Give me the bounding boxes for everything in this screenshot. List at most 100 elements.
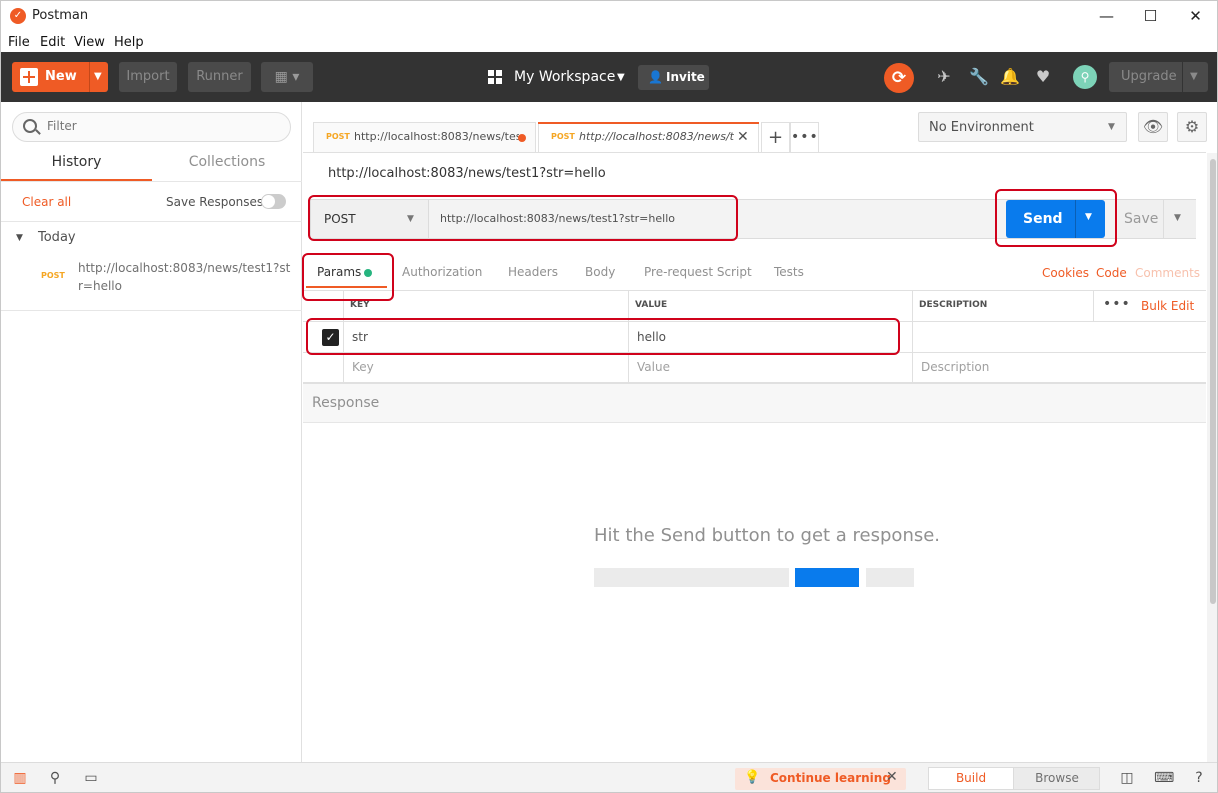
title-bar	[1, 1, 1217, 32]
response-header	[303, 383, 1206, 423]
wrench-icon[interactable]: 🔧	[969, 67, 989, 87]
tab-pre-request-script[interactable]: Pre-request Script	[644, 265, 752, 279]
maximize-icon[interactable]: ☐	[1128, 1, 1173, 31]
save-button-label: Save	[1124, 211, 1159, 227]
close-icon[interactable]: ✕	[886, 769, 898, 785]
keyboard-icon[interactable]: ⌨	[1154, 769, 1174, 787]
more-tabs-button[interactable]: •••	[790, 122, 819, 153]
workspace-label[interactable]: My Workspace	[514, 69, 615, 85]
chevron-down-icon[interactable]: ▼	[16, 233, 23, 243]
runner-button[interactable]: Runner	[188, 62, 251, 92]
menu-help[interactable]: Help	[114, 35, 144, 50]
placeholder-graphic	[594, 568, 789, 587]
eye-icon[interactable]: 👁	[1138, 112, 1168, 142]
chevron-down-icon[interactable]: ▼	[1174, 213, 1181, 223]
minimize-icon[interactable]: —	[1084, 1, 1129, 31]
menu-bar	[1, 32, 1217, 52]
clear-all-link[interactable]: Clear all	[22, 195, 71, 209]
window-title: Postman	[32, 8, 89, 23]
placeholder-graphic	[866, 568, 914, 587]
column-header-key: KEY	[350, 300, 370, 310]
menu-view[interactable]: View	[74, 35, 105, 50]
two-pane-icon[interactable]: ◫	[1118, 769, 1136, 787]
filter-input[interactable]	[47, 119, 277, 133]
heart-icon[interactable]: ♥	[1033, 67, 1053, 87]
bulk-edit-link[interactable]: Bulk Edit	[1141, 299, 1194, 313]
save-responses-label: Save Responses	[166, 195, 264, 209]
comments-link[interactable]: Comments	[1135, 266, 1200, 280]
gear-icon[interactable]: ⚙	[1177, 112, 1207, 142]
browse-mode-button[interactable]: Browse	[1014, 768, 1100, 789]
user-add-icon: 👤	[648, 70, 663, 84]
annotation-param-row-box	[306, 318, 900, 355]
search-icon	[23, 119, 37, 133]
avatar[interactable]: ⚲	[1073, 65, 1097, 89]
history-item-method: POST	[41, 271, 65, 280]
close-icon[interactable]: ✕	[1173, 1, 1217, 31]
new-button[interactable]: New ▼	[12, 62, 108, 92]
close-icon[interactable]: ✕	[737, 129, 749, 145]
environment-selected: No Environment	[929, 120, 1034, 135]
history-group-today[interactable]: Today	[38, 230, 76, 245]
sidebar-toggle-icon[interactable]: ▥	[11, 769, 29, 787]
import-button[interactable]: Import	[119, 62, 177, 92]
request-tab-method: POST	[551, 132, 575, 141]
save-button[interactable]: Save ▼	[1118, 200, 1196, 238]
annotation-url-box	[308, 195, 738, 241]
search-icon[interactable]: ⚲	[46, 769, 64, 787]
code-link[interactable]: Code	[1096, 266, 1127, 280]
response-empty-hint: Hit the Send button to get a response.	[594, 525, 941, 546]
request-name[interactable]: http://localhost:8083/news/test1?str=hel…	[328, 166, 606, 181]
workspace-grid-icon	[488, 70, 502, 84]
save-responses-toggle[interactable]	[261, 194, 286, 209]
chevron-down-icon[interactable]: ▼	[94, 71, 102, 82]
column-header-value: VALUE	[635, 300, 668, 310]
invite-button[interactable]: 👤 Invite	[638, 65, 709, 90]
chevron-down-icon[interactable]: ▼	[617, 72, 625, 83]
new-window-button[interactable]: ▦ ▾	[261, 62, 313, 92]
annotation-params-box	[302, 253, 394, 301]
history-item-url[interactable]: http://localhost:8083/news/test1?str=hel…	[78, 259, 293, 295]
bell-icon[interactable]: 🔔	[1000, 67, 1020, 87]
add-tab-button[interactable]: +	[761, 122, 790, 153]
tab-body[interactable]: Body	[585, 265, 615, 279]
upgrade-button[interactable]: Upgrade ▼	[1109, 62, 1208, 92]
more-options-icon[interactable]: •••	[1103, 296, 1131, 312]
invite-button-label: Invite	[666, 70, 705, 84]
new-key-input[interactable]: Key	[352, 360, 374, 374]
placeholder-graphic	[795, 568, 859, 587]
build-mode-button[interactable]: Build	[928, 767, 1014, 790]
tab-collections[interactable]: Collections	[152, 154, 302, 170]
cookies-link[interactable]: Cookies	[1042, 266, 1089, 280]
menu-edit[interactable]: Edit	[40, 35, 65, 50]
unsaved-dot-icon	[518, 134, 526, 142]
scrollbar-thumb[interactable]	[1210, 159, 1216, 604]
menu-file[interactable]: File	[8, 35, 30, 50]
request-tab-url: http://localhost:8083/news/test	[354, 130, 519, 143]
environment-select[interactable]: No Environment ▼	[918, 112, 1127, 142]
continue-learning-pill[interactable]: 💡 Continue learning ✕	[735, 768, 906, 790]
continue-learning-label: Continue learning	[770, 771, 891, 785]
request-tab-method: POST	[326, 132, 350, 141]
response-label: Response	[312, 395, 380, 411]
postman-window: ✓ Postman — ☐ ✕ File Edit View Help New …	[0, 0, 1218, 793]
chevron-down-icon: ▼	[1108, 122, 1115, 132]
new-button-label: New	[45, 69, 77, 84]
new-description-input[interactable]: Description	[921, 360, 989, 374]
active-tab-indicator	[538, 122, 759, 124]
chevron-down-icon[interactable]: ▼	[1190, 71, 1198, 82]
help-icon[interactable]: ?	[1190, 769, 1208, 787]
tab-authorization[interactable]: Authorization	[402, 265, 482, 279]
lightbulb-icon: 💡	[744, 770, 761, 785]
tab-history[interactable]: History	[1, 154, 152, 170]
new-value-input[interactable]: Value	[637, 360, 670, 374]
tab-headers[interactable]: Headers	[508, 265, 558, 279]
tab-tests[interactable]: Tests	[774, 265, 804, 279]
request-tab-url: http://localhost:8083/news/tes	[579, 130, 734, 143]
request-tab-2[interactable]: POST http://localhost:8083/news/tes	[538, 122, 759, 153]
plus-icon	[20, 68, 38, 86]
console-icon[interactable]: ▭	[82, 769, 100, 787]
satellite-icon[interactable]: ✈	[934, 67, 954, 87]
request-tab-1[interactable]: POST http://localhost:8083/news/test	[313, 122, 536, 153]
sync-icon[interactable]: ⟳	[884, 63, 914, 93]
